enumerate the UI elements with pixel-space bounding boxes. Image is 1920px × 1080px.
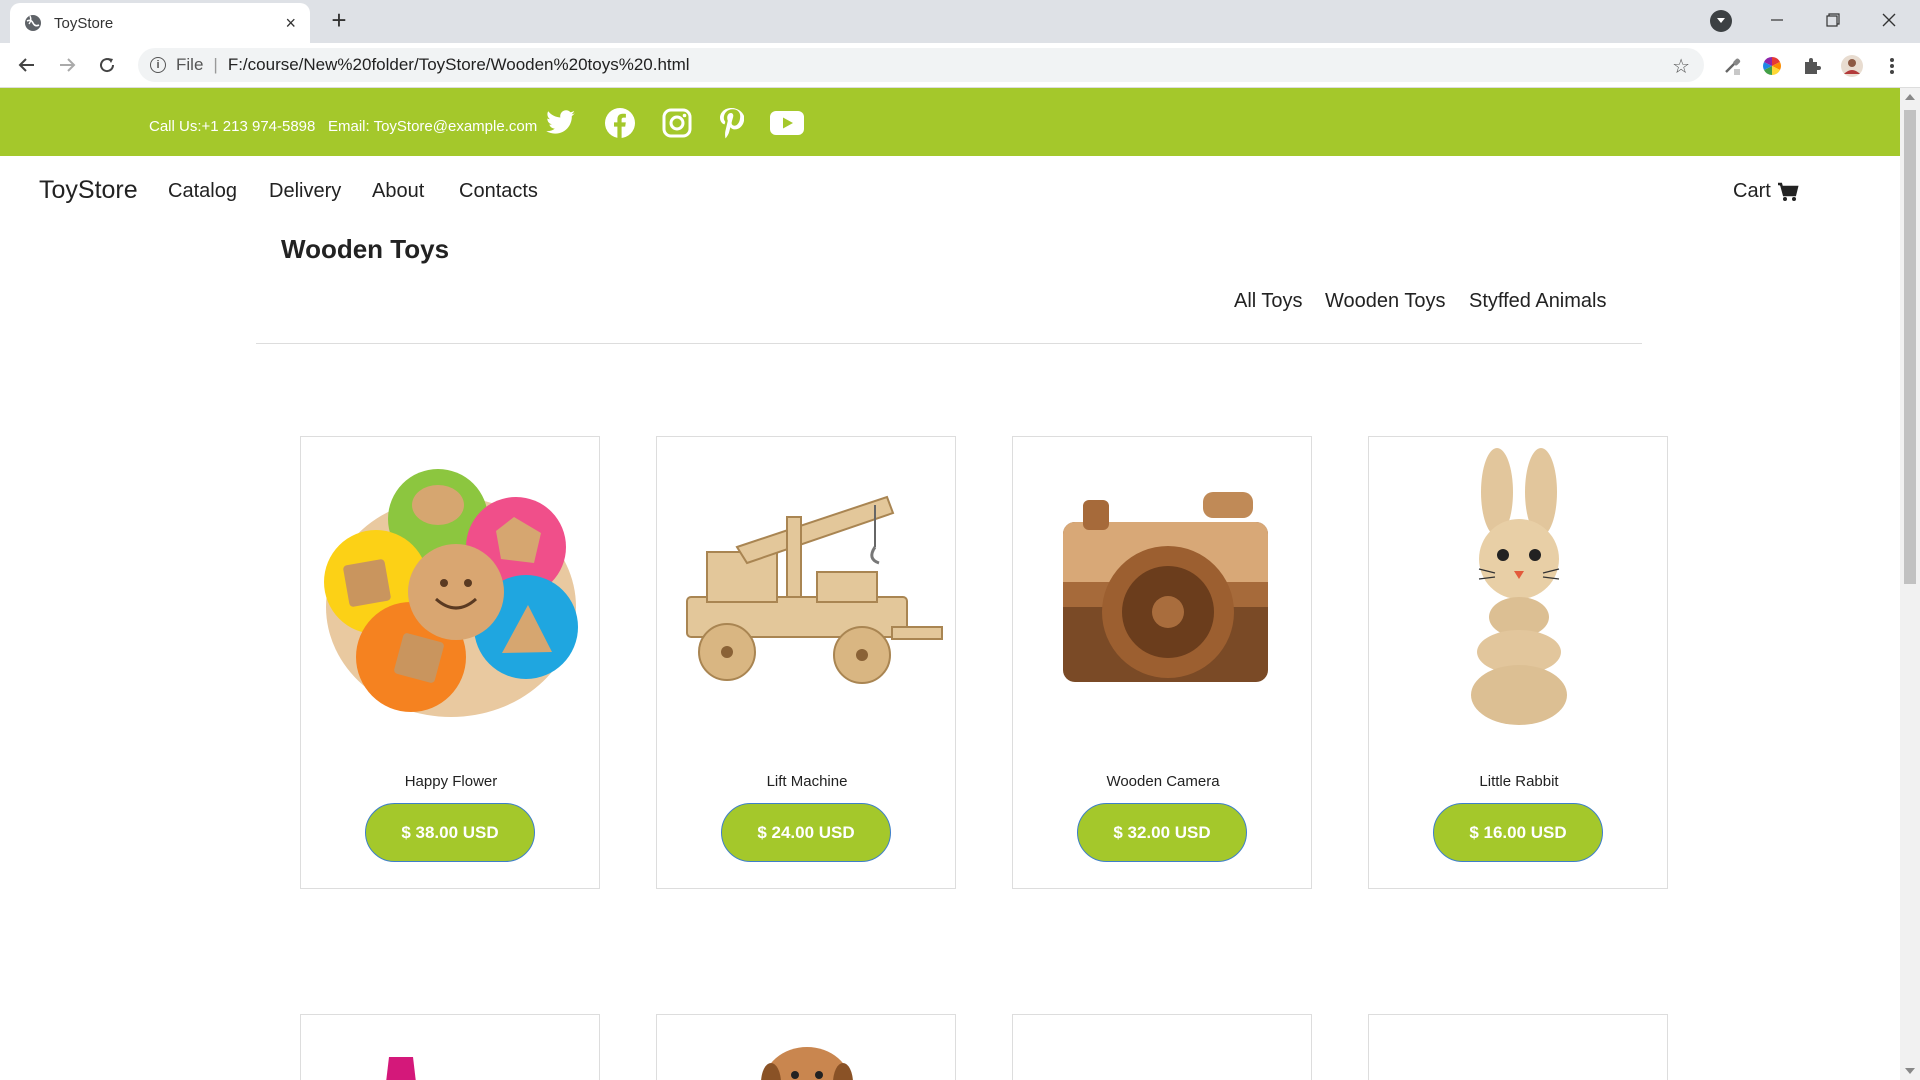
close-window-icon[interactable]: [1861, 0, 1917, 40]
web-page: Call Us:+1 213 974-5898 Email: ToyStore@…: [0, 88, 1900, 1080]
shopping-cart-icon: [1777, 182, 1799, 201]
product-name: Wooden Camera: [1106, 773, 1220, 790]
new-tab-button[interactable]: +: [324, 6, 354, 36]
section-divider: [256, 343, 1642, 344]
tab-title: ToyStore: [54, 14, 114, 32]
main-navbar: ToyStore Catalog Delivery About Contacts…: [0, 156, 1900, 222]
vertical-scrollbar[interactable]: [1900, 88, 1920, 1080]
close-tab-icon[interactable]: ×: [285, 13, 296, 34]
contact-top-bar: Call Us:+1 213 974-5898 Email: ToyStore@…: [0, 88, 1900, 156]
url-text[interactable]: F:/course/New%20folder/ToyStore/Wooden%2…: [228, 55, 690, 75]
nav-link-contacts[interactable]: Contacts: [459, 180, 538, 203]
price-button[interactable]: $ 32.00 USD: [1077, 803, 1247, 862]
filter-all-toys[interactable]: All Toys: [1234, 290, 1303, 313]
product-image-partial: [761, 1047, 853, 1080]
cart-label: Cart: [1733, 180, 1771, 202]
phone-text: Call Us:+1 213 974-5898: [149, 118, 316, 135]
price-button[interactable]: $ 38.00 USD: [365, 803, 535, 862]
product-card[interactable]: Lift Machine $ 24.00 USD: [656, 436, 956, 889]
url-separator: |: [213, 55, 218, 74]
brand-logo[interactable]: ToyStore: [39, 176, 138, 205]
cart-link[interactable]: Cart: [1733, 180, 1799, 203]
nav-link-delivery[interactable]: Delivery: [269, 180, 341, 203]
forward-arrow-icon[interactable]: [52, 50, 82, 80]
scroll-up-arrow-icon[interactable]: [1905, 94, 1915, 100]
nav-link-about[interactable]: About: [372, 180, 424, 203]
product-card[interactable]: Wooden Camera $ 32.00 USD: [1012, 436, 1312, 889]
tab-search-icon[interactable]: [1710, 10, 1732, 32]
bookmark-star-icon[interactable]: ☆: [1672, 54, 1690, 79]
product-image-wooden-camera[interactable]: [1023, 447, 1303, 737]
product-image-little-rabbit[interactable]: [1379, 447, 1659, 737]
product-card[interactable]: [1012, 1014, 1312, 1080]
browser-tab-bar: ToyStore × +: [0, 0, 1920, 43]
filter-stuffed-animals[interactable]: Styffed Animals: [1469, 290, 1606, 313]
filter-wooden-toys[interactable]: Wooden Toys: [1325, 290, 1445, 313]
product-name: Little Rabbit: [1479, 773, 1559, 790]
address-bar[interactable]: i File | F:/course/New%20folder/ToyStore…: [138, 48, 1704, 82]
browser-toolbar: i File | F:/course/New%20folder/ToyStore…: [0, 43, 1920, 88]
scrollbar-thumb[interactable]: [1904, 110, 1916, 584]
browser-menu-icon[interactable]: [1880, 54, 1904, 78]
eyedropper-extension-icon[interactable]: [1720, 54, 1744, 78]
price-button[interactable]: $ 16.00 USD: [1433, 803, 1603, 862]
product-name: Happy Flower: [404, 773, 498, 790]
product-card[interactable]: [1368, 1014, 1668, 1080]
twitter-icon[interactable]: [544, 106, 578, 140]
email-text: Email: ToyStore@example.com: [328, 118, 538, 135]
scroll-down-arrow-icon[interactable]: [1905, 1068, 1915, 1074]
minimize-icon[interactable]: [1749, 0, 1805, 40]
browser-tab[interactable]: ToyStore ×: [10, 3, 310, 43]
product-name: Lift Machine: [766, 773, 848, 790]
page-title: Wooden Toys: [281, 234, 450, 264]
globe-icon: [24, 14, 42, 32]
product-image-partial: [386, 1057, 416, 1080]
back-arrow-icon[interactable]: [12, 50, 42, 80]
restore-icon[interactable]: [1805, 0, 1861, 40]
reload-icon[interactable]: [92, 50, 122, 80]
product-card[interactable]: Happy Flower $ 38.00 USD: [300, 436, 600, 889]
pinterest-icon[interactable]: [714, 106, 748, 140]
nav-link-catalog[interactable]: Catalog: [168, 180, 237, 203]
product-image-happy-flower[interactable]: [311, 447, 591, 737]
url-scheme: File: [176, 55, 204, 74]
product-card[interactable]: Little Rabbit $ 16.00 USD: [1368, 436, 1668, 889]
profile-avatar-icon[interactable]: [1840, 54, 1864, 78]
youtube-icon[interactable]: [770, 106, 804, 140]
price-button[interactable]: $ 24.00 USD: [721, 803, 891, 862]
facebook-icon[interactable]: [603, 106, 637, 140]
product-card[interactable]: [300, 1014, 600, 1080]
extensions-puzzle-icon[interactable]: [1800, 54, 1824, 78]
product-card[interactable]: [656, 1014, 956, 1080]
product-image-lift-machine[interactable]: [667, 447, 947, 737]
color-wheel-extension-icon[interactable]: [1760, 54, 1784, 78]
info-icon[interactable]: i: [150, 57, 166, 73]
instagram-icon[interactable]: [660, 106, 694, 140]
